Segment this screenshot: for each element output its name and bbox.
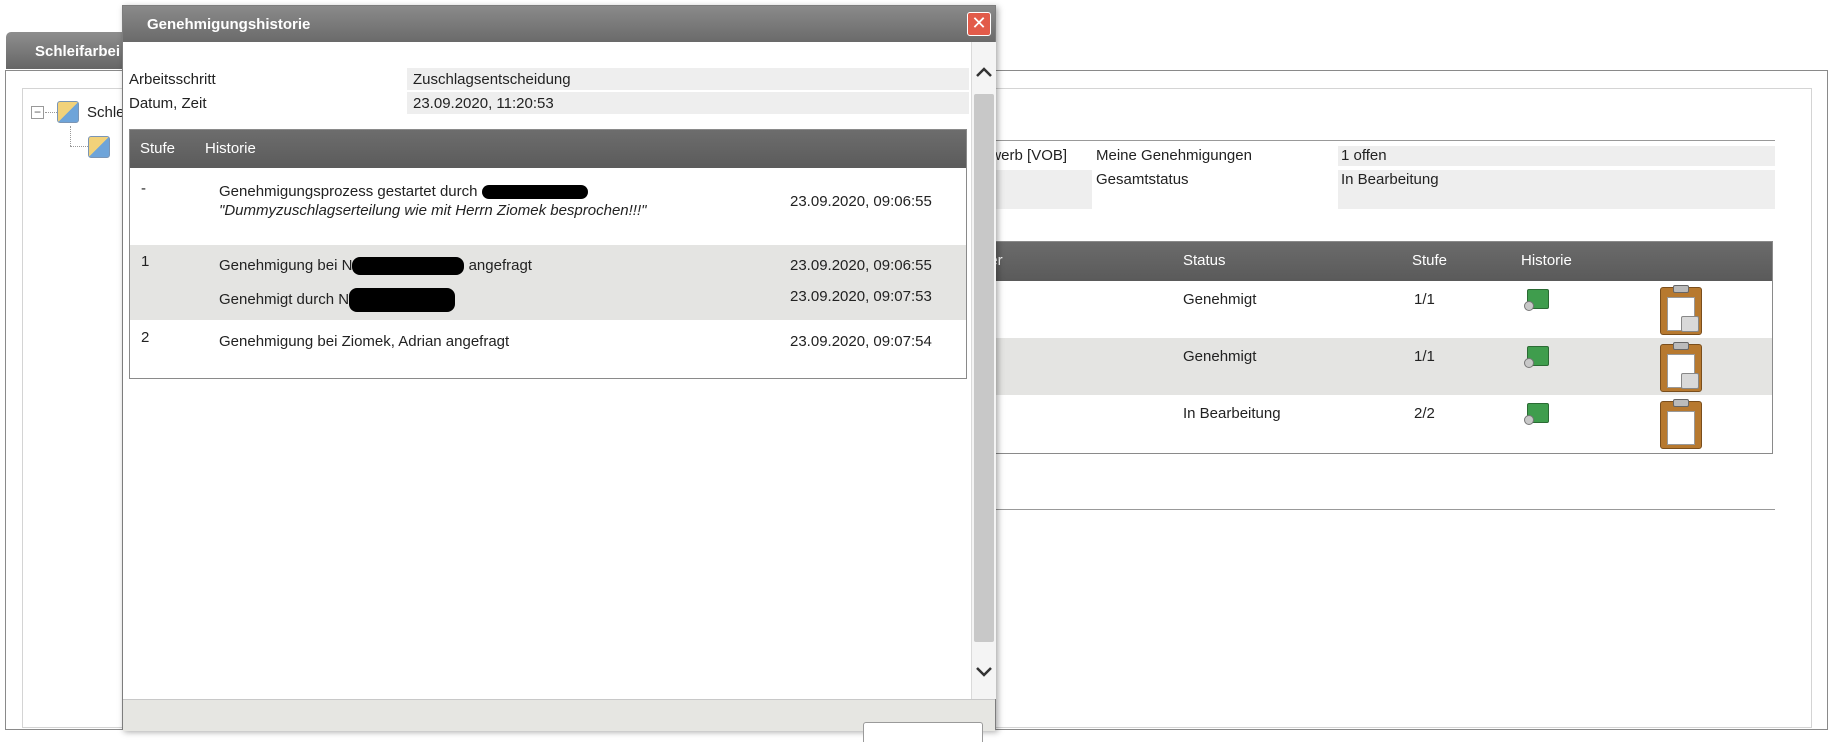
tree-connector <box>70 146 88 147</box>
history-entry: Genehmigung bei N angefragt <box>219 257 532 276</box>
clipboard-icon[interactable] <box>1660 399 1702 449</box>
table-row: 2 Genehmigung bei Ziomek, Adrian angefra… <box>130 320 966 375</box>
stufe-cell: - <box>141 180 146 197</box>
history-time: 23.09.2020, 09:06:55 <box>790 193 932 210</box>
status-cell: In Bearbeitung <box>1183 405 1281 422</box>
approval-table-header: ger Status Stufe Historie <box>981 242 1772 281</box>
info-value-meine-genehmigungen: 1 offen <box>1341 147 1387 164</box>
info-label-meine-genehmigungen: Meine Genehmigungen <box>1096 147 1252 164</box>
history-entry-text: angefragt <box>464 257 532 274</box>
stufe-cell: 1/1 <box>1414 348 1435 365</box>
approval-history-dialog: Genehmigungshistorie ✕ Arbeitsschritt Zu… <box>122 5 996 742</box>
field-value: 23.09.2020, 11:20:53 <box>407 92 969 114</box>
approval-table: ger Status Stufe Historie Genehmigt 1/1 … <box>980 241 1773 454</box>
scrollbar-thumb[interactable] <box>974 94 994 642</box>
history-entry: Genehmigungsprozess gestartet durch <box>219 183 588 200</box>
dialog-titlebar[interactable]: Genehmigungshistorie <box>123 6 995 42</box>
column-header-historie[interactable]: Historie <box>205 140 256 157</box>
info-value-cell <box>1338 146 1775 166</box>
tree-connector <box>70 126 71 146</box>
stufe-cell: 1 <box>141 253 150 270</box>
field-label: Arbeitsschritt <box>129 71 216 88</box>
stufe-cell: 2 <box>141 329 150 346</box>
redaction-mark <box>349 288 456 312</box>
redaction-mark <box>481 185 588 200</box>
status-cell: Genehmigt <box>1183 291 1257 308</box>
chevron-down-icon[interactable] <box>972 652 996 690</box>
column-header-stufe[interactable]: Stufe <box>1412 252 1447 269</box>
history-time: 23.09.2020, 09:07:54 <box>790 333 932 350</box>
tree-child-icon <box>88 136 110 158</box>
history-icon[interactable] <box>1524 403 1549 425</box>
field-value: Zuschlagsentscheidung <box>407 68 969 90</box>
chevron-up-icon[interactable] <box>972 52 996 90</box>
field-label: Datum, Zeit <box>129 95 207 112</box>
history-entry: Genehmigt durch N <box>219 288 456 312</box>
table-row: - Genehmigungsprozess gestartet durch "D… <box>130 168 966 245</box>
field-row-arbeitsschritt: Arbeitsschritt Zuschlagsentscheidung <box>129 68 970 90</box>
dialog-footer <box>123 699 995 742</box>
close-icon[interactable]: ✕ <box>967 12 991 36</box>
field-row-datum-zeit: Datum, Zeit 23.09.2020, 11:20:53 <box>129 92 970 114</box>
background-tab-label: Schleifarbei <box>35 43 121 60</box>
history-entry-text: Genehmigt durch N <box>219 290 350 308</box>
tree-connector <box>45 112 57 113</box>
info-label-gesamtstatus: Gesamtstatus <box>1096 171 1189 188</box>
table-row[interactable]: In Bearbeitung 2/2 <box>981 395 1772 452</box>
history-table: Stufe Historie - Genehmigungsprozess ges… <box>129 129 967 379</box>
table-row[interactable]: Genehmigt 1/1 <box>981 281 1772 338</box>
status-cell: Genehmigt <box>1183 348 1257 365</box>
dialog-scrollbar[interactable] <box>971 42 996 699</box>
redaction-mark <box>352 257 465 276</box>
table-row: 1 Genehmigung bei N angefragt 23.09.2020… <box>130 245 966 320</box>
history-entry-text: Genehmigung bei Ziomek, Adrian angefragt <box>219 333 510 350</box>
column-header-stufe[interactable]: Stufe <box>140 140 175 157</box>
clipboard-locked-icon[interactable] <box>1660 342 1702 392</box>
info-label-cell <box>980 170 1092 209</box>
history-time: 23.09.2020, 09:06:55 <box>790 257 932 274</box>
tree-root-label[interactable]: Schle <box>87 104 125 121</box>
history-icon[interactable] <box>1524 289 1549 311</box>
info-divider <box>980 140 1775 141</box>
footer-button[interactable] <box>863 722 983 742</box>
info-value-gesamtstatus: In Bearbeitung <box>1341 171 1439 188</box>
tree-root-icon <box>57 101 79 123</box>
history-comment: "Dummyzuschlagserteilung wie mit Herrn Z… <box>219 202 647 219</box>
column-header-historie[interactable]: Historie <box>1521 252 1572 269</box>
background-divider <box>980 509 1775 510</box>
stufe-cell: 1/1 <box>1414 291 1435 308</box>
history-entry-text: Genehmigung bei N <box>219 257 353 274</box>
background-tab[interactable]: Schleifarbei <box>6 32 134 69</box>
history-entry-text: Genehmigungsprozess gestartet durch <box>219 183 482 200</box>
history-time: 23.09.2020, 09:07:53 <box>790 288 932 305</box>
history-table-header: Stufe Historie <box>130 130 966 168</box>
history-icon[interactable] <box>1524 346 1549 368</box>
stufe-cell: 2/2 <box>1414 405 1435 422</box>
column-header-status[interactable]: Status <box>1183 252 1226 269</box>
dialog-body: Arbeitsschritt Zuschlagsentscheidung Dat… <box>123 42 971 699</box>
table-row[interactable]: Genehmigt 1/1 <box>981 338 1772 395</box>
tree-collapse-icon[interactable]: − <box>31 106 44 119</box>
clipboard-locked-icon[interactable] <box>1660 285 1702 335</box>
dialog-title: Genehmigungshistorie <box>147 16 311 33</box>
